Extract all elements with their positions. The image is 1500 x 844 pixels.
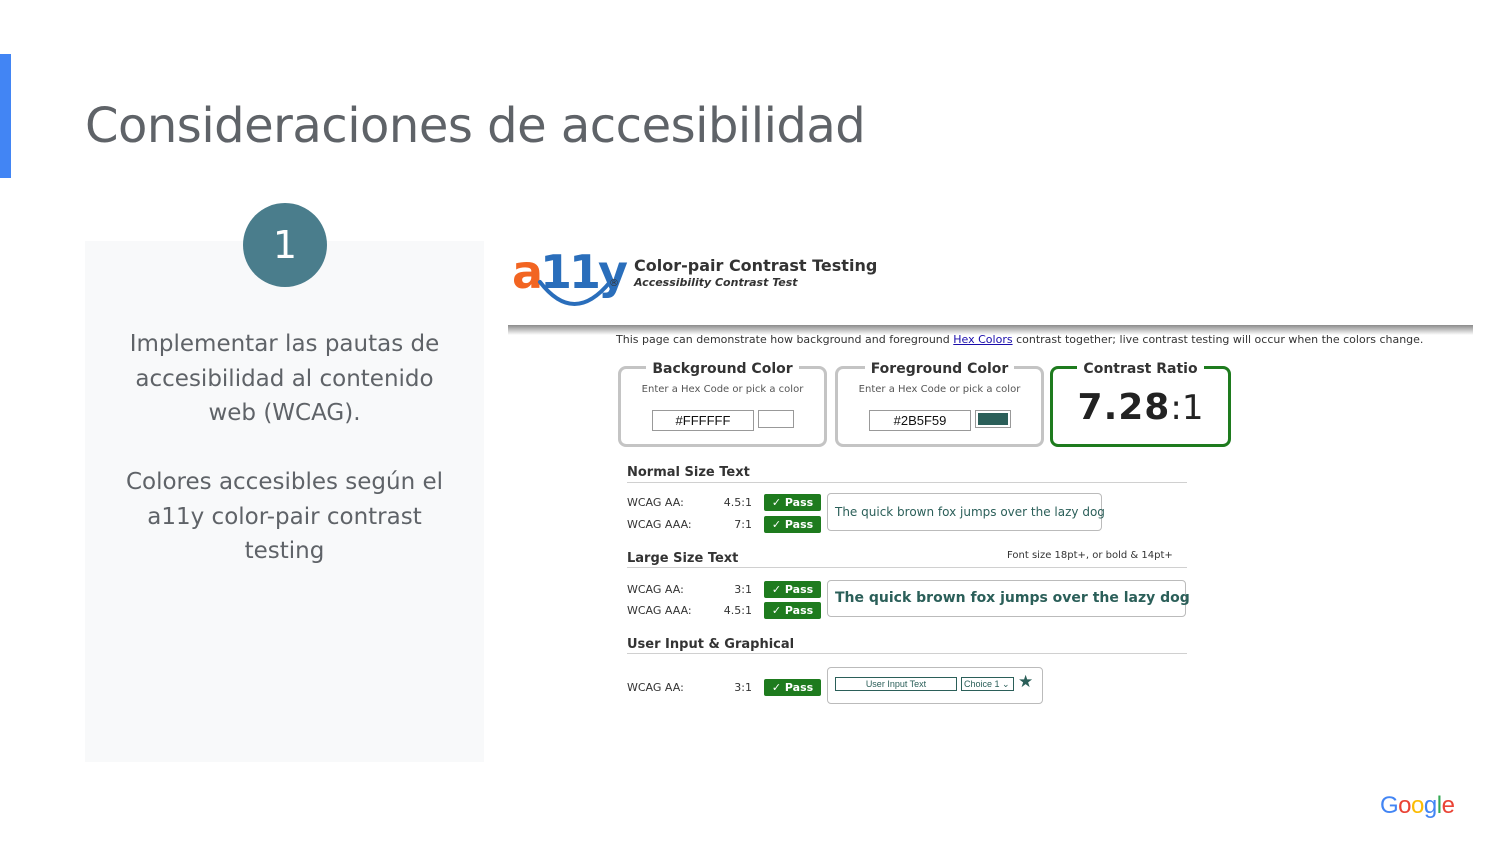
foreground-swatch: [978, 413, 1008, 425]
background-swatch: [761, 413, 791, 425]
graphical-aa-ratio: 3:1: [734, 681, 752, 694]
normal-aa-ratio: 4.5:1: [723, 496, 752, 509]
foreground-color-group: Foreground Color Enter a Hex Code or pic…: [835, 361, 1044, 447]
large-aaa-label: WCAG AAA:: [627, 604, 692, 617]
tool-subtitle: Accessibility Contrast Test: [634, 276, 798, 289]
a11y-logo: a11y ®: [512, 244, 628, 316]
panel-paragraph-wcag: Implementar las pautas de accesibilidad …: [129, 331, 440, 426]
slide-title: Consideraciones de accesibilidad: [85, 98, 866, 154]
contrast-ratio-display: 7.28:1: [1053, 387, 1228, 428]
large-text-section-title: Large Size Text: [627, 551, 739, 566]
background-hex-input[interactable]: #FFFFFF: [652, 410, 754, 431]
background-color-picker[interactable]: [758, 410, 794, 428]
large-aaa-ratio: 4.5:1: [723, 604, 752, 617]
sample-user-input[interactable]: User Input Text: [835, 677, 957, 691]
contrast-ratio-legend: Contrast Ratio: [1077, 361, 1204, 377]
graphical-section-title: User Input & Graphical: [627, 637, 795, 652]
contrast-ratio-group: Contrast Ratio 7.28:1: [1050, 361, 1231, 447]
star-icon: ★: [1018, 672, 1034, 692]
background-color-legend: Background Color: [646, 361, 799, 377]
sample-choice-select[interactable]: Choice 1 ⌄: [961, 677, 1014, 691]
graphical-sample: User Input Text Choice 1 ⌄ ★: [827, 667, 1043, 704]
large-aa-label: WCAG AA:: [627, 583, 684, 596]
section-divider: [627, 567, 1187, 568]
logo-smile-icon: [538, 280, 612, 306]
tool-header: a11y ® Color-pair Contrast Testing Acces…: [508, 240, 1473, 325]
large-text-note: Font size 18pt+, or bold & 14pt+: [1007, 550, 1173, 561]
large-aa-ratio: 3:1: [734, 583, 752, 596]
normal-aaa-label: WCAG AAA:: [627, 518, 692, 531]
google-logo-letter: o: [1398, 792, 1412, 819]
google-logo-letter: g: [1423, 792, 1437, 819]
section-divider: [627, 482, 1187, 483]
normal-aa-pass-badge: ✓ Pass: [764, 494, 821, 511]
normal-text-sample: The quick brown fox jumps over the lazy …: [827, 493, 1105, 531]
normal-aaa-pass-badge: ✓ Pass: [764, 516, 821, 533]
tool-title: Color-pair Contrast Testing: [634, 256, 878, 275]
background-hint: Enter a Hex Code or pick a color: [641, 384, 804, 395]
step-number-badge: 1: [243, 203, 327, 287]
foreground-hint: Enter a Hex Code or pick a color: [858, 384, 1021, 395]
registered-mark: ®: [609, 278, 619, 289]
intro-text-start: This page can demonstrate how background…: [616, 333, 954, 346]
intro-text: This page can demonstrate how background…: [616, 333, 1423, 346]
google-logo-letter: e: [1441, 792, 1455, 819]
hex-colors-link[interactable]: Hex Colors: [953, 333, 1012, 346]
google-logo: Google: [1380, 792, 1455, 820]
foreground-color-legend: Foreground Color: [864, 361, 1015, 377]
normal-text-section-title: Normal Size Text: [627, 465, 750, 480]
panel-paragraph-colors: Colores accesibles según el a11y color-p…: [125, 469, 444, 564]
graphical-aa-pass-badge: ✓ Pass: [764, 679, 821, 696]
google-logo-letter: o: [1411, 792, 1424, 819]
a11y-tool-screenshot: a11y ® Color-pair Contrast Testing Acces…: [508, 240, 1473, 715]
accent-bar: [0, 54, 11, 178]
graphical-aa-label: WCAG AA:: [627, 681, 684, 694]
large-aaa-pass-badge: ✓ Pass: [764, 602, 821, 619]
intro-text-end: contrast together; live contrast testing…: [1012, 333, 1424, 346]
contrast-ratio-suffix: :1: [1170, 388, 1204, 428]
foreground-color-picker[interactable]: [975, 410, 1011, 428]
contrast-ratio-value: 7.28: [1077, 387, 1171, 428]
foreground-hex-input[interactable]: #2B5F59: [869, 410, 971, 431]
normal-aa-label: WCAG AA:: [627, 496, 684, 509]
large-text-sample: The quick brown fox jumps over the lazy …: [827, 580, 1190, 617]
normal-aaa-ratio: 7:1: [734, 518, 752, 531]
google-logo-letter: G: [1380, 792, 1399, 819]
background-color-group: Background Color Enter a Hex Code or pic…: [618, 361, 827, 447]
section-divider: [627, 653, 1187, 654]
large-aa-pass-badge: ✓ Pass: [764, 581, 821, 598]
